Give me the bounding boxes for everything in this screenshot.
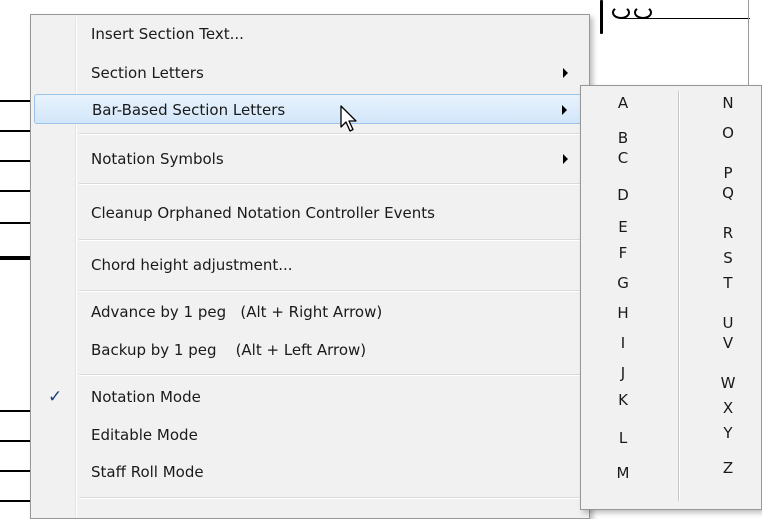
menu-separator <box>79 133 582 135</box>
submenu-item-letter-j[interactable]: J <box>611 364 635 382</box>
menu-item-label: Editable Mode <box>91 426 198 444</box>
submenu-item-letter-e[interactable]: E <box>611 218 635 236</box>
submenu-arrow-icon <box>563 68 568 78</box>
note-head <box>612 6 630 19</box>
menu-item-section-letters[interactable]: Section Letters <box>34 58 586 88</box>
submenu-item-letter-x[interactable]: X <box>716 399 740 417</box>
menu-item-backup-by-peg[interactable]: Backup by 1 peg (Alt + Left Arrow) <box>34 335 586 365</box>
menu-item-staff-roll-mode[interactable]: Staff Roll Mode <box>34 457 586 487</box>
menu-item-advance-by-peg[interactable]: Advance by 1 peg (Alt + Right Arrow) <box>34 297 586 327</box>
menu-item-label: Advance by 1 peg (Alt + Right Arrow) <box>91 303 383 321</box>
submenu-arrow-icon <box>562 105 567 115</box>
menu-item-chord-height-adjustment[interactable]: Chord height adjustment... <box>34 250 586 280</box>
mouse-pointer-icon <box>340 105 357 132</box>
submenu-item-letter-o[interactable]: O <box>716 124 740 142</box>
note-stem <box>600 0 603 34</box>
submenu-item-letter-n[interactable]: N <box>716 94 740 112</box>
submenu-item-letter-h[interactable]: H <box>611 304 635 322</box>
submenu-item-letter-p[interactable]: P <box>716 164 740 182</box>
menu-item-insert-section-text[interactable]: Insert Section Text... <box>34 19 586 49</box>
submenu-item-letter-d[interactable]: D <box>611 186 635 204</box>
menu-separator <box>79 239 582 241</box>
submenu-item-letter-v[interactable]: V <box>716 334 740 352</box>
menu-item-label: Chord height adjustment... <box>91 256 293 274</box>
menu-item-editable-mode[interactable]: Editable Mode <box>34 420 586 450</box>
submenu-item-letter-t[interactable]: T <box>716 274 740 292</box>
menu-item-label: Staff Roll Mode <box>91 463 204 481</box>
submenu-item-letter-b[interactable]: B <box>611 129 635 147</box>
menu-item-label: Section Letters <box>91 64 204 82</box>
checkmark-icon: ✓ <box>48 387 63 407</box>
submenu-item-letter-s[interactable]: S <box>716 249 740 267</box>
submenu-item-letter-y[interactable]: Y <box>716 424 740 442</box>
note-head <box>634 6 652 19</box>
menu-item-cleanup-orphaned-events[interactable]: Cleanup Orphaned Notation Controller Eve… <box>34 198 586 228</box>
submenu-item-letter-m[interactable]: M <box>611 464 635 482</box>
menu-item-label: Cleanup Orphaned Notation Controller Eve… <box>91 204 435 222</box>
menu-item-label: Insert Section Text... <box>91 25 244 43</box>
menu-separator <box>79 374 582 376</box>
submenu-item-letter-l[interactable]: L <box>611 429 635 447</box>
menu-separator <box>79 183 582 185</box>
submenu-item-letter-k[interactable]: K <box>611 391 635 409</box>
submenu-item-letter-i[interactable]: I <box>611 334 635 352</box>
submenu-section-letters: ABC DEFGHIJK LM NO PQ RST UV WXYZ <box>580 85 762 510</box>
menu-item-label: Backup by 1 peg (Alt + Left Arrow) <box>91 341 367 359</box>
submenu-item-letter-g[interactable]: G <box>611 274 635 292</box>
menu-item-notation-mode[interactable]: ✓ Notation Mode <box>34 382 586 412</box>
submenu-item-letter-f[interactable]: F <box>611 244 635 262</box>
submenu-item-letter-c[interactable]: C <box>611 149 635 167</box>
context-menu: Insert Section Text... Section Letters B… <box>30 14 590 519</box>
menu-item-notation-symbols[interactable]: Notation Symbols <box>34 144 586 174</box>
submenu-column-divider <box>678 91 680 501</box>
submenu-item-letter-q[interactable]: Q <box>716 184 740 202</box>
submenu-item-letter-a[interactable]: A <box>611 94 635 112</box>
menu-item-label: Notation Mode <box>91 388 201 406</box>
menu-item-label: Bar-Based Section Letters <box>92 101 286 119</box>
submenu-item-letter-w[interactable]: W <box>716 374 740 392</box>
submenu-arrow-icon <box>563 154 568 164</box>
menu-separator <box>79 497 582 499</box>
menu-item-bar-based-section-letters[interactable]: Bar-Based Section Letters <box>34 94 586 124</box>
menu-separator <box>79 290 582 292</box>
submenu-item-letter-u[interactable]: U <box>716 314 740 332</box>
menu-item-label: Notation Symbols <box>91 150 224 168</box>
submenu-item-letter-z[interactable]: Z <box>716 459 740 477</box>
submenu-item-letter-r[interactable]: R <box>716 224 740 242</box>
